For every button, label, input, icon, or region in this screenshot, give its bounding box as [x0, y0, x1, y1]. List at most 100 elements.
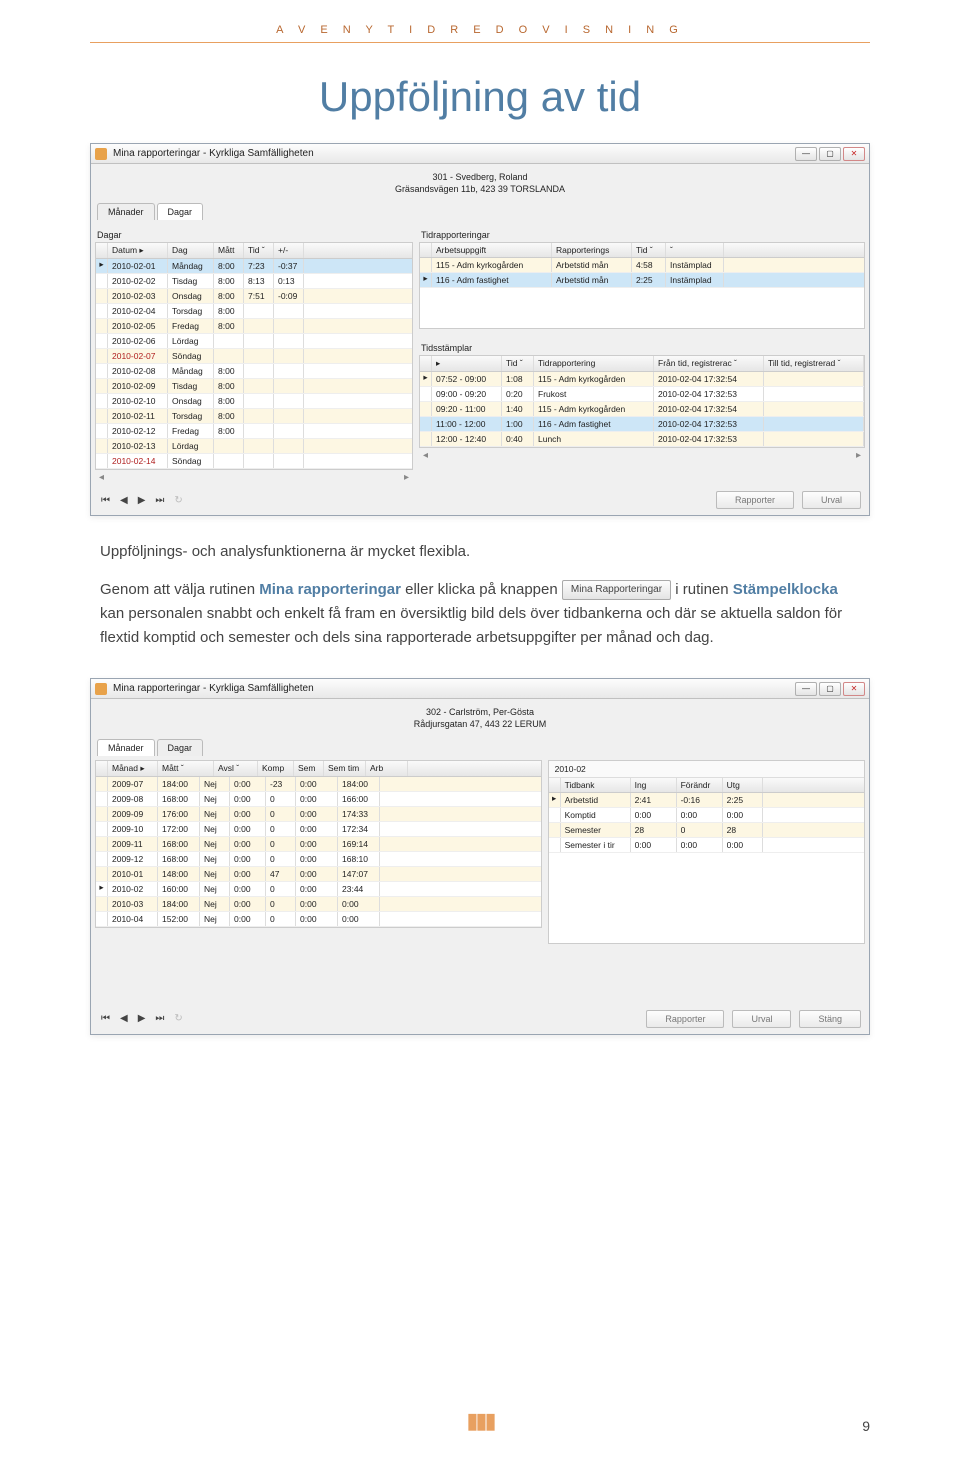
column-header[interactable]: Rapporterings: [552, 243, 632, 257]
column-header[interactable]: Tid ˇ: [632, 243, 666, 257]
nav-prev-icon[interactable]: ◀: [118, 1013, 130, 1024]
nav-next-icon[interactable]: ▶: [136, 495, 148, 506]
column-header[interactable]: Förändr: [677, 778, 723, 792]
column-header[interactable]: Tid ˇ: [244, 243, 274, 258]
table-row[interactable]: 2010-02-07Söndag: [96, 349, 412, 364]
tab-days[interactable]: Dagar: [157, 203, 204, 220]
column-header[interactable]: Tidbank: [561, 778, 631, 792]
table-row[interactable]: 2010-02-10Onsdag8:00: [96, 394, 412, 409]
stang-button[interactable]: Stäng: [799, 1010, 861, 1028]
nav-first-icon[interactable]: ⏮: [99, 495, 112, 506]
rapporter-button[interactable]: Rapporter: [716, 491, 794, 509]
table-row[interactable]: 2010-02-13Lördag: [96, 439, 412, 454]
table-row[interactable]: 2009-07184:00Nej0:00-230:00184:00: [96, 777, 541, 792]
close-button[interactable]: ✕: [843, 147, 865, 161]
column-header[interactable]: Tidrapportering: [534, 356, 654, 371]
h-scrollbar[interactable]: ◂▸: [95, 470, 413, 485]
table-row[interactable]: 2010-02-09Tisdag8:00: [96, 379, 412, 394]
column-header[interactable]: Tid ˇ: [502, 356, 534, 371]
column-header[interactable]: Månad ▸: [108, 761, 158, 776]
table-cell: 168:00: [158, 837, 200, 851]
tab-days[interactable]: Dagar: [157, 739, 204, 756]
urval-button[interactable]: Urval: [802, 491, 861, 509]
column-header[interactable]: Sem tim: [324, 761, 366, 776]
table-row[interactable]: 2010-02-12Fredag8:00: [96, 424, 412, 439]
column-header[interactable]: Datum ▸: [108, 243, 168, 258]
table-row[interactable]: ▸Arbetstid2:41-0:162:25: [549, 793, 864, 808]
column-header[interactable]: Till tid, registrerad ˇ: [764, 356, 864, 371]
column-header[interactable]: Mått ˇ: [158, 761, 214, 776]
table-row[interactable]: 2010-02-04Torsdag8:00: [96, 304, 412, 319]
column-header[interactable]: Komp: [258, 761, 294, 776]
column-header[interactable]: Arb: [366, 761, 408, 776]
table-cell: 1:00: [502, 417, 534, 431]
rapporter-button[interactable]: Rapporter: [646, 1010, 724, 1028]
table-cell: [244, 379, 274, 393]
nav-last-icon[interactable]: ⏭: [153, 495, 166, 506]
table-row[interactable]: 2010-02-03Onsdag8:007:51-0:09: [96, 289, 412, 304]
table-row[interactable]: Semester28028: [549, 823, 864, 838]
column-header[interactable]: ▸: [432, 356, 502, 371]
table-row[interactable]: ▸2010-02-01Måndag8:007:23-0:37: [96, 259, 412, 274]
column-header[interactable]: +/-: [274, 243, 304, 258]
column-header[interactable]: Utg: [723, 778, 763, 792]
column-header[interactable]: Mått: [214, 243, 244, 258]
table-row[interactable]: 2010-04152:00Nej0:0000:000:00: [96, 912, 541, 927]
reports-grid[interactable]: ArbetsuppgiftRapporteringsTid ˇˇ 115 - A…: [419, 242, 865, 329]
stamps-grid[interactable]: ▸Tid ˇTidrapporteringFrån tid, registrer…: [419, 355, 865, 448]
column-header[interactable]: Dag: [168, 243, 214, 258]
nav-refresh-icon[interactable]: ↻: [172, 1013, 184, 1024]
table-row[interactable]: Semester i tir0:000:000:00: [549, 838, 864, 853]
column-header[interactable]: ˇ: [666, 243, 724, 257]
table-cell: [244, 439, 274, 453]
nav-last-icon[interactable]: ⏭: [153, 1013, 166, 1024]
table-row[interactable]: 2010-02-11Torsdag8:00: [96, 409, 412, 424]
table-row[interactable]: 2009-12168:00Nej0:0000:00168:10: [96, 852, 541, 867]
record-nav[interactable]: ⏮ ◀ ▶ ⏭ ↻: [99, 495, 185, 506]
close-button[interactable]: ✕: [843, 682, 865, 696]
table-row[interactable]: 2010-03184:00Nej0:0000:000:00: [96, 897, 541, 912]
table-row[interactable]: 2010-02-02Tisdag8:008:130:13: [96, 274, 412, 289]
maximize-button[interactable]: ▢: [819, 147, 841, 161]
days-grid[interactable]: Datum ▸DagMåttTid ˇ+/- ▸2010-02-01Måndag…: [95, 242, 413, 470]
record-nav[interactable]: ⏮ ◀ ▶ ⏭ ↻: [99, 1013, 185, 1024]
table-row[interactable]: 2010-02-05Fredag8:00: [96, 319, 412, 334]
column-header[interactable]: Arbetsuppgift: [432, 243, 552, 257]
column-header[interactable]: Avsl ˇ: [214, 761, 258, 776]
column-header[interactable]: Från tid, registrerac ˇ: [654, 356, 764, 371]
table-row[interactable]: ▸2010-02160:00Nej0:0000:0023:44: [96, 882, 541, 897]
table-row[interactable]: 2010-01148:00Nej0:00470:00147:07: [96, 867, 541, 882]
table-row[interactable]: 09:20 - 11:001:40115 - Adm kyrkogården20…: [420, 402, 864, 417]
tab-months[interactable]: Månader: [97, 203, 155, 220]
table-row[interactable]: Komptid0:000:000:00: [549, 808, 864, 823]
h-scrollbar[interactable]: ◂▸: [419, 448, 865, 463]
table-cell: 2010-02-10: [108, 394, 168, 408]
table-row[interactable]: 2010-02-08Måndag8:00: [96, 364, 412, 379]
minimize-button[interactable]: —: [795, 147, 817, 161]
table-row[interactable]: 2010-02-06Lördag: [96, 334, 412, 349]
months-grid[interactable]: Månad ▸Mått ˇAvsl ˇKompSemSem timArb 200…: [95, 760, 542, 928]
table-row[interactable]: 2009-09176:00Nej0:0000:00174:33: [96, 807, 541, 822]
nav-next-icon[interactable]: ▶: [136, 1013, 148, 1024]
table-row[interactable]: 12:00 - 12:400:40Lunch2010-02-04 17:32:5…: [420, 432, 864, 447]
table-row[interactable]: 115 - Adm kyrkogårdenArbetstid mån4:58In…: [420, 258, 864, 273]
nav-prev-icon[interactable]: ◀: [118, 495, 130, 506]
column-header[interactable]: Sem: [294, 761, 324, 776]
tab-months[interactable]: Månader: [97, 739, 155, 756]
tidbank-grid[interactable]: 2010-02 TidbankIngFörändrUtg ▸Arbetstid2…: [548, 760, 865, 944]
table-row[interactable]: 09:00 - 09:200:20Frukost2010-02-04 17:32…: [420, 387, 864, 402]
nav-first-icon[interactable]: ⏮: [99, 1013, 112, 1024]
nav-refresh-icon[interactable]: ↻: [172, 495, 184, 506]
table-row[interactable]: ▸07:52 - 09:001:08115 - Adm kyrkogården2…: [420, 372, 864, 387]
inline-button-mina-rapporteringar[interactable]: Mina Rapporteringar: [562, 580, 671, 600]
table-row[interactable]: 2010-02-14Söndag: [96, 454, 412, 469]
table-row[interactable]: 2009-11168:00Nej0:0000:00169:14: [96, 837, 541, 852]
table-row[interactable]: 11:00 - 12:001:00116 - Adm fastighet2010…: [420, 417, 864, 432]
table-row[interactable]: 2009-10172:00Nej0:0000:00172:34: [96, 822, 541, 837]
urval-button[interactable]: Urval: [732, 1010, 791, 1028]
column-header[interactable]: Ing: [631, 778, 677, 792]
table-row[interactable]: ▸116 - Adm fastighetArbetstid mån2:25Ins…: [420, 273, 864, 288]
minimize-button[interactable]: —: [795, 682, 817, 696]
maximize-button[interactable]: ▢: [819, 682, 841, 696]
table-row[interactable]: 2009-08168:00Nej0:0000:00166:00: [96, 792, 541, 807]
